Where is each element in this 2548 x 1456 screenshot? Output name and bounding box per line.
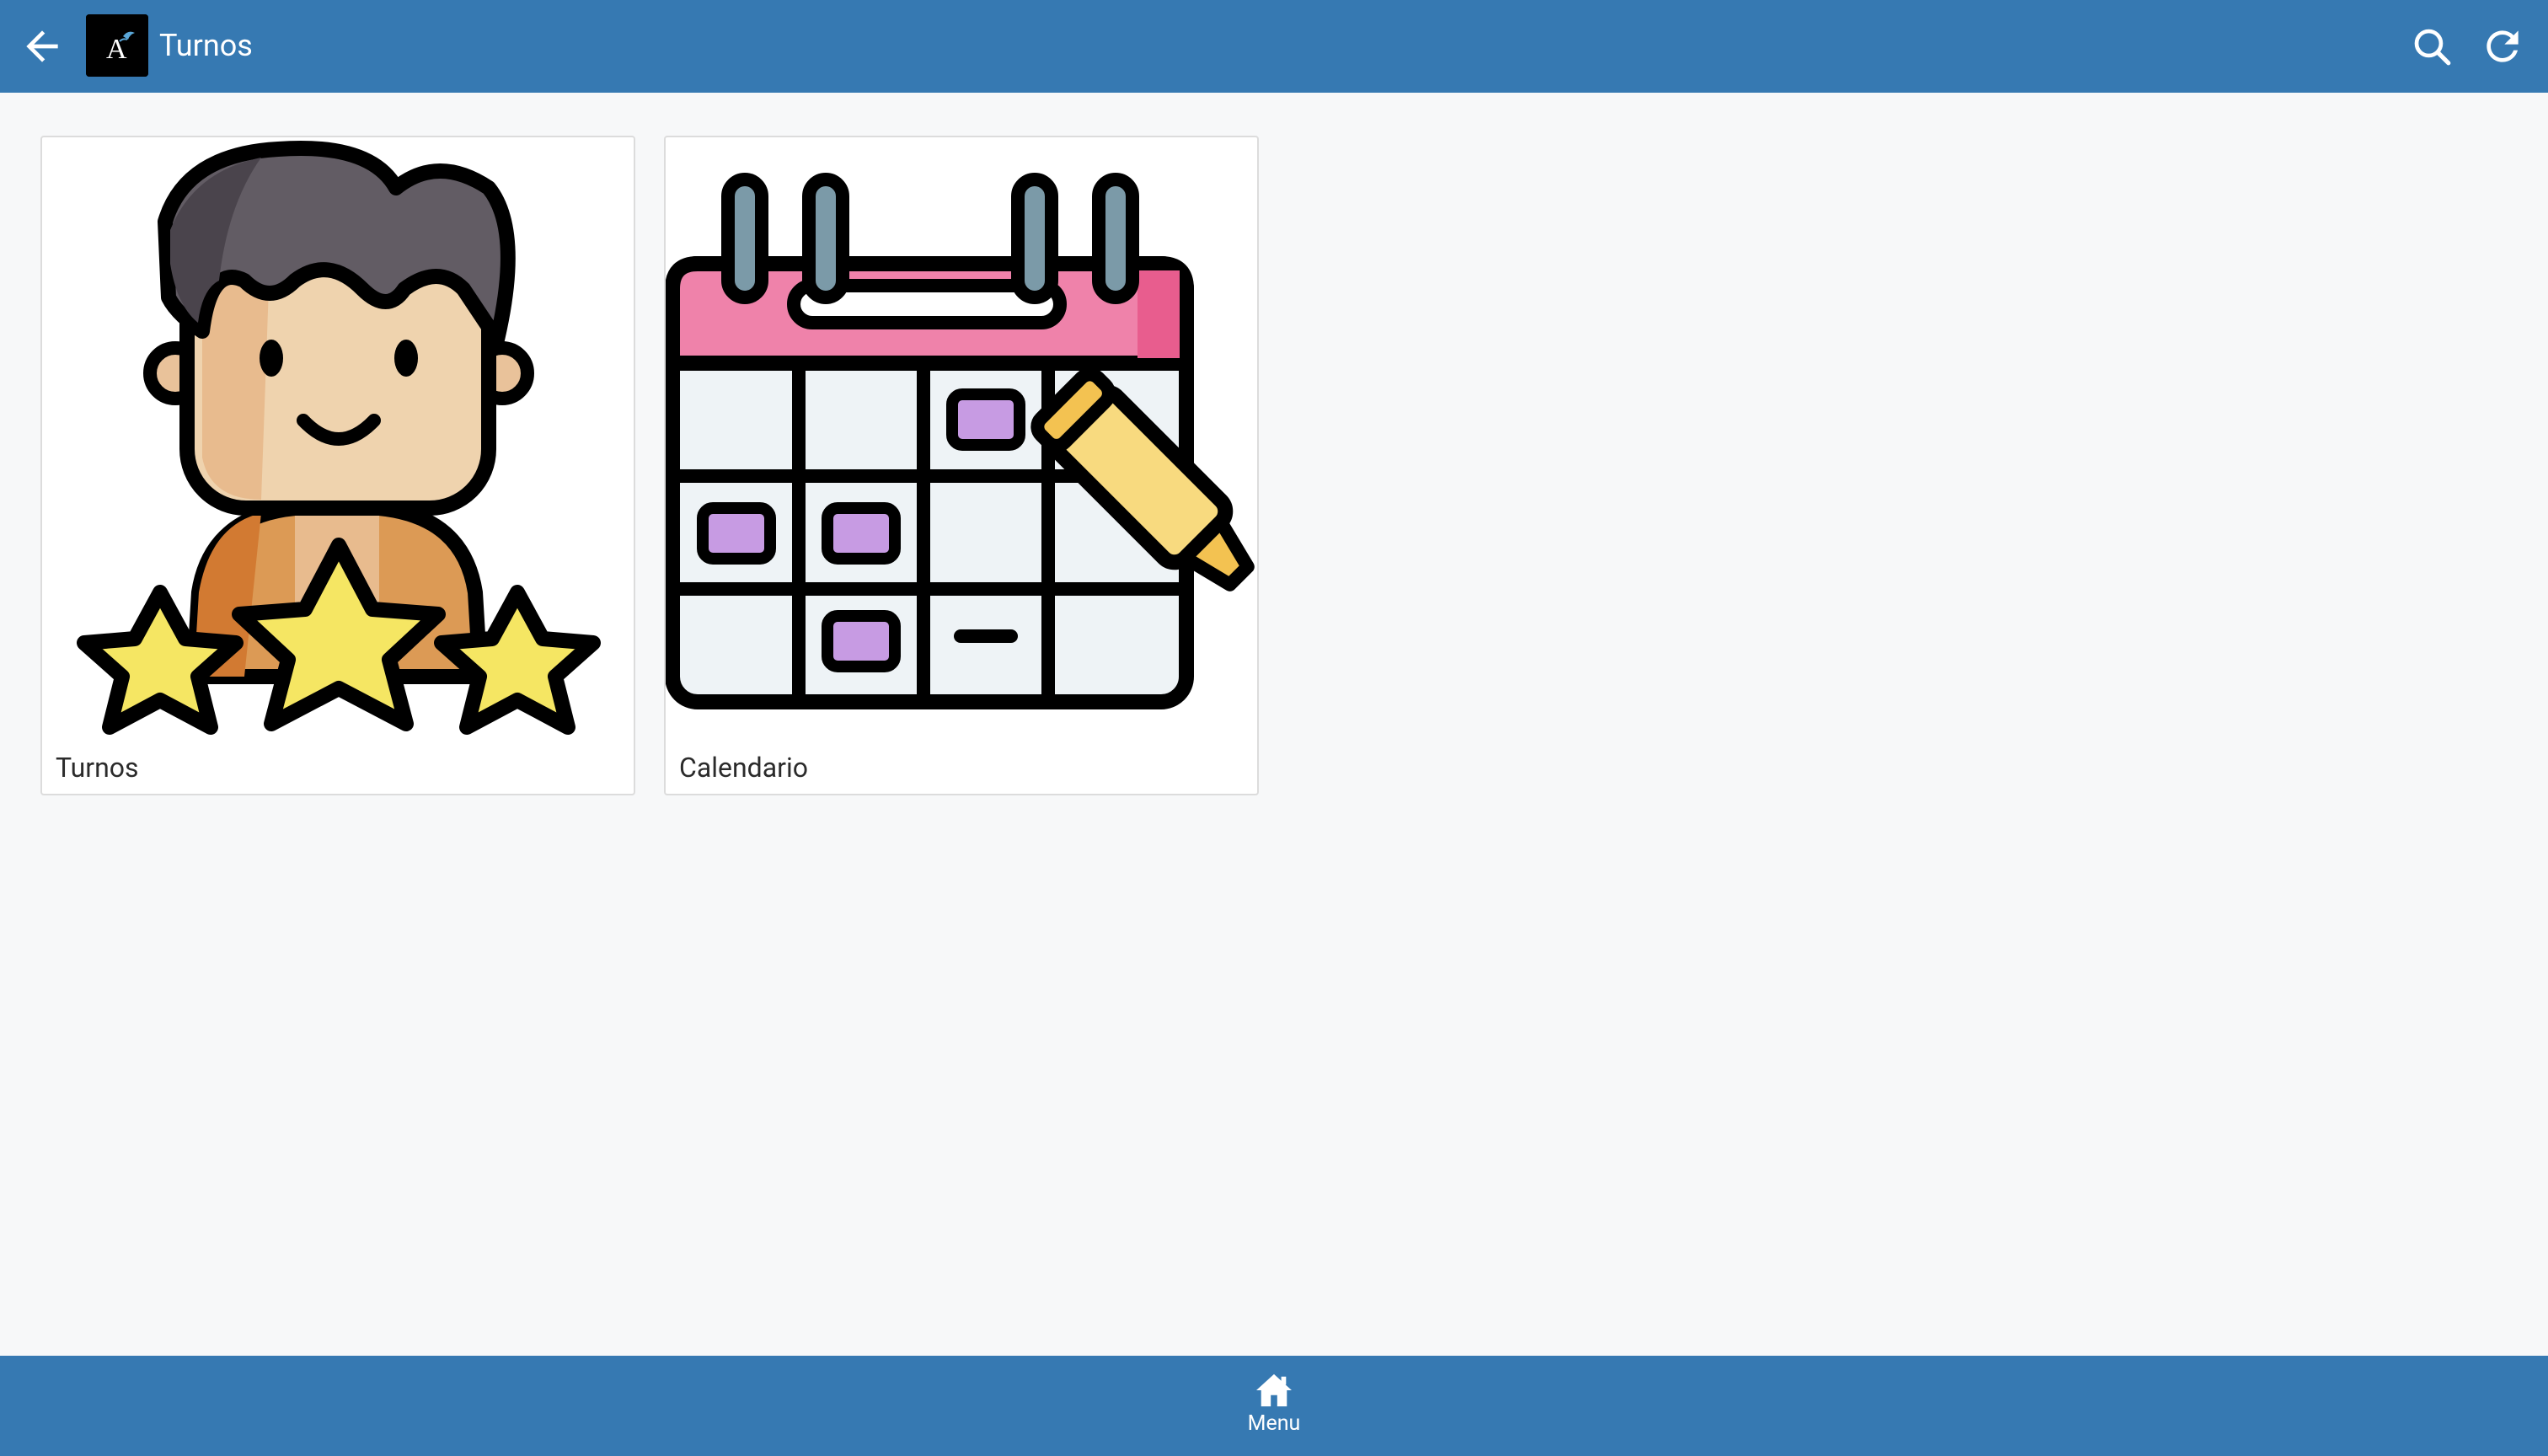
app-logo: A xyxy=(86,14,148,77)
app-bar: A Turnos xyxy=(0,0,2548,93)
bottom-nav: Menu xyxy=(0,1356,2548,1456)
arrow-left-icon[interactable] xyxy=(19,23,66,70)
calendar-marker-illustration xyxy=(666,137,1257,736)
nav-menu-label: Menu xyxy=(1247,1411,1301,1436)
nav-menu-button[interactable]: Menu xyxy=(1232,1373,1316,1445)
card-turnos[interactable]: Turnos xyxy=(40,136,635,795)
home-icon xyxy=(1256,1373,1292,1407)
card-label: Turnos xyxy=(56,752,139,784)
card-label: Calendario xyxy=(679,752,808,784)
search-icon[interactable] xyxy=(2408,23,2455,70)
card-calendario[interactable]: Calendario xyxy=(664,136,1259,795)
refresh-icon[interactable] xyxy=(2479,23,2526,70)
user-rating-stars-illustration xyxy=(42,137,634,736)
page-title: Turnos xyxy=(159,28,253,63)
